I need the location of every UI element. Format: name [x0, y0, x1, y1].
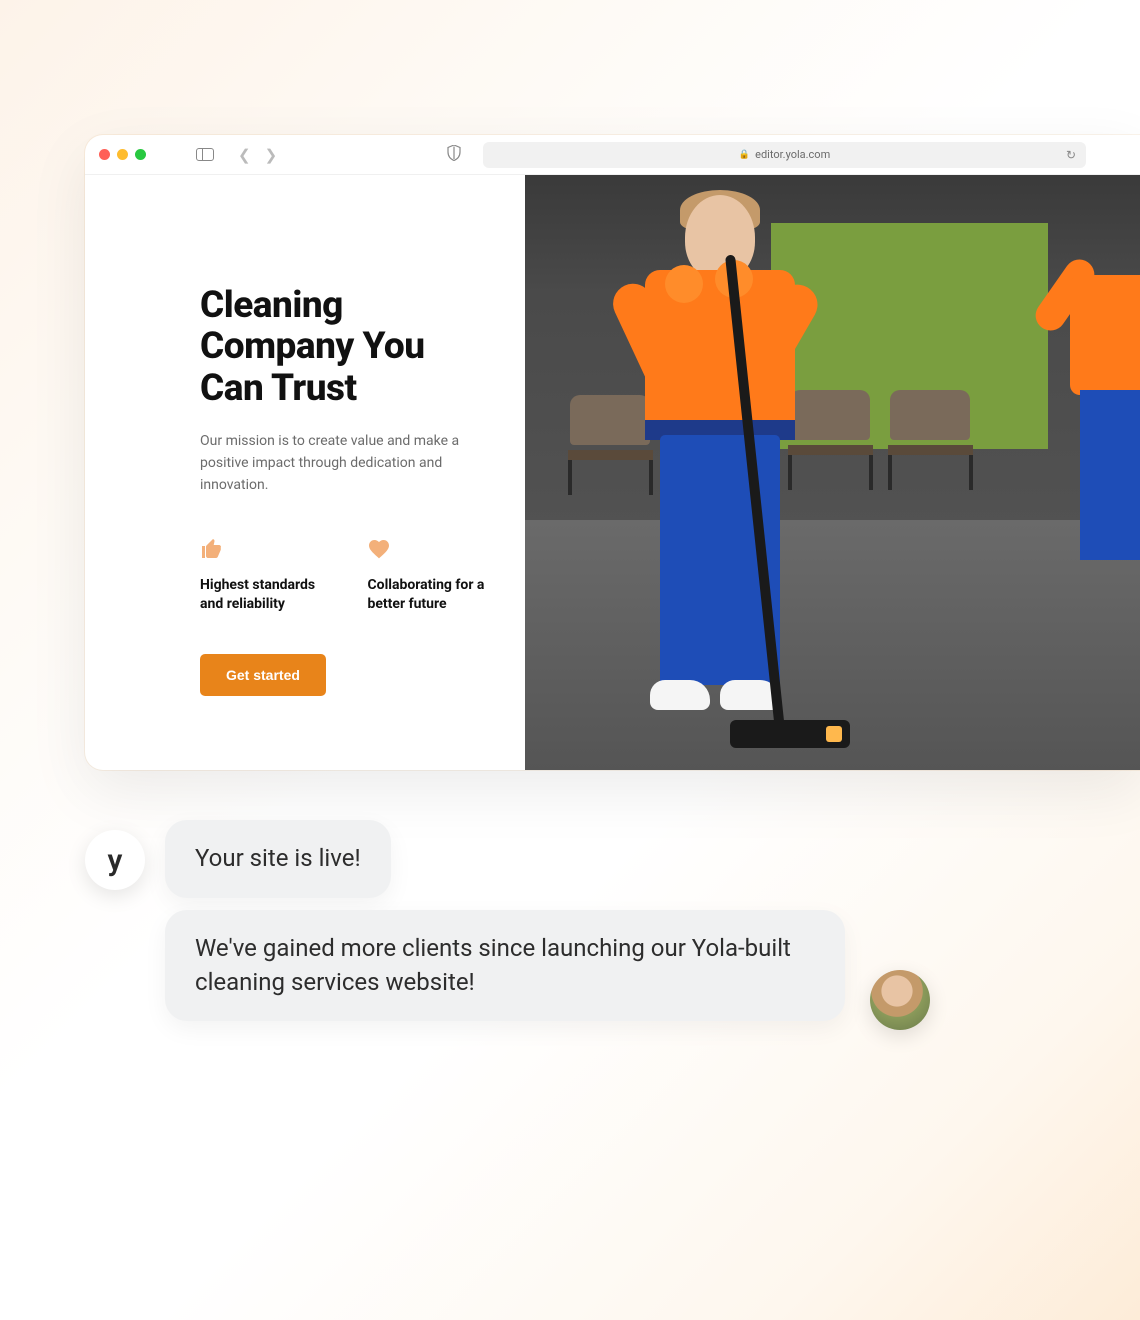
chair-illustration	[885, 390, 975, 490]
lock-icon: 🔒	[739, 150, 750, 160]
background-cleaner-figure	[1050, 235, 1140, 615]
heart-icon	[368, 536, 486, 562]
privacy-shield-icon[interactable]	[447, 145, 461, 165]
hero-title: Cleaning Company You Can Trust	[200, 285, 485, 409]
back-button[interactable]: ❮	[238, 146, 251, 164]
hero-subtitle: Our mission is to create value and make …	[200, 431, 460, 496]
forward-button[interactable]: ❯	[265, 146, 278, 164]
maximize-window-button[interactable]	[135, 149, 146, 160]
feature-label: Highest standards and reliability	[200, 576, 318, 614]
browser-window: ❮ ❯ 🔒 editor.yola.com ↻ Cleaning Company…	[85, 135, 1140, 770]
address-bar-url: editor.yola.com	[755, 148, 830, 161]
nav-arrows: ❮ ❯	[238, 146, 277, 164]
chat-bubble-user: We've gained more clients since launchin…	[165, 910, 845, 1021]
page-content: Cleaning Company You Can Trust Our missi…	[85, 175, 1140, 770]
reload-icon[interactable]: ↻	[1066, 148, 1076, 162]
close-window-button[interactable]	[99, 149, 110, 160]
feature-collaboration: Collaborating for a better future	[368, 536, 486, 614]
brand-avatar: y	[85, 830, 145, 890]
feature-label: Collaborating for a better future	[368, 576, 486, 614]
brand-letter: y	[108, 843, 123, 878]
minimize-window-button[interactable]	[117, 149, 128, 160]
feature-standards: Highest standards and reliability	[200, 536, 318, 614]
chat-text: Your site is live!	[195, 844, 361, 872]
user-avatar	[870, 970, 930, 1030]
features-row: Highest standards and reliability Collab…	[200, 536, 485, 614]
chat-bubble-system: Your site is live!	[165, 820, 391, 898]
cleaner-figure	[575, 195, 855, 755]
hero-image	[525, 175, 1140, 770]
get-started-button[interactable]: Get started	[200, 654, 326, 696]
traffic-lights	[99, 149, 146, 160]
browser-chrome: ❮ ❯ 🔒 editor.yola.com ↻	[85, 135, 1140, 175]
hero-left-column: Cleaning Company You Can Trust Our missi…	[85, 175, 525, 770]
chat-text: We've gained more clients since launchin…	[195, 934, 791, 996]
sidebar-toggle-icon[interactable]	[196, 148, 214, 161]
hero-right-column	[525, 175, 1140, 770]
thumbs-up-icon	[200, 536, 318, 562]
address-bar[interactable]: 🔒 editor.yola.com ↻	[483, 142, 1086, 168]
